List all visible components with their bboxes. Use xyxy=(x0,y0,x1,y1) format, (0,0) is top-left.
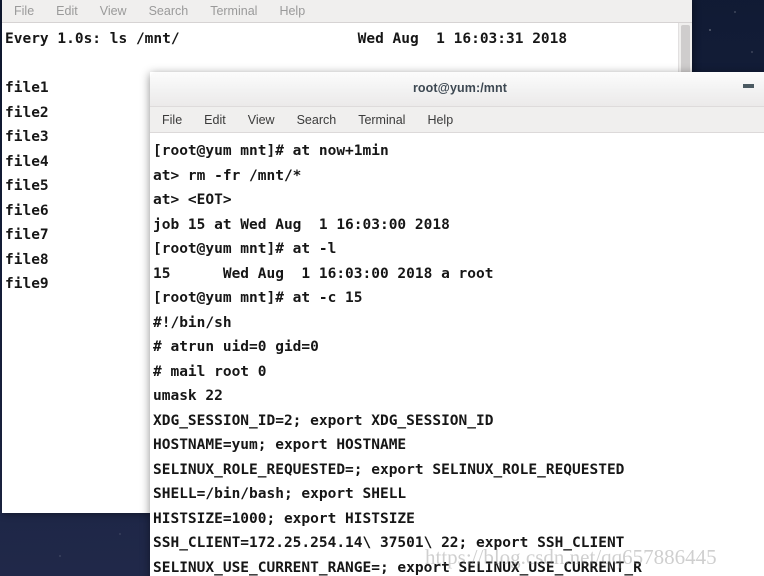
watch-menubar[interactable]: File Edit View Search Terminal Help xyxy=(2,0,692,23)
terminal-line: [root@yum mnt]# at -c 15 xyxy=(153,290,363,306)
terminal-line: SELINUX_USE_CURRENT_RANGE=; export SELIN… xyxy=(153,559,642,576)
root-menu-search[interactable]: Search xyxy=(297,113,337,127)
root-menu-edit[interactable]: Edit xyxy=(204,113,226,127)
terminal-line: job 15 at Wed Aug 1 16:03:00 2018 xyxy=(153,216,450,233)
terminal-line: SSH_CLIENT=172.25.254.14\ 37501\ 22; exp… xyxy=(153,535,625,551)
root-menubar[interactable]: File Edit View Search Terminal Help xyxy=(150,107,764,133)
watch-header-spacer xyxy=(180,27,358,52)
watch-status-header: Every 1.0s: ls /mnt/ Wed Aug 1 16:03:31 … xyxy=(5,27,692,52)
terminal-line: 15 Wed Aug 1 16:03:00 2018 a root xyxy=(153,265,494,282)
terminal-line: umask 22 xyxy=(153,388,223,404)
terminal-line: SELINUX_ROLE_REQUESTED=; export SELINUX_… xyxy=(153,461,625,478)
terminal-line: [root@yum mnt]# at -l xyxy=(153,241,337,257)
terminal-line: HISTSIZE=1000; export HISTSIZE xyxy=(153,510,415,527)
terminal-line: #!/bin/sh xyxy=(153,314,232,331)
watch-menu-terminal[interactable]: Terminal xyxy=(210,4,257,18)
terminal-line: HOSTNAME=yum; export HOSTNAME xyxy=(153,437,407,453)
terminal-line: # atrun uid=0 gid=0 xyxy=(153,339,319,355)
watch-timestamp: Wed Aug 1 16:03:31 2018 xyxy=(357,31,568,47)
watch-menu-search[interactable]: Search xyxy=(149,4,189,18)
watch-menu-file[interactable]: File xyxy=(14,4,34,18)
terminal-line: SHELL=/bin/bash; export SHELL xyxy=(153,486,407,502)
root-menu-file[interactable]: File xyxy=(162,113,182,127)
terminal-line: # mail root 0 xyxy=(153,363,267,380)
root-terminal-titlebar[interactable]: root@yum:/mnt xyxy=(150,72,764,107)
root-terminal-window[interactable]: root@yum:/mnt File Edit View Search Term… xyxy=(150,72,764,576)
root-menu-help[interactable]: Help xyxy=(427,113,453,127)
root-menu-terminal[interactable]: Terminal xyxy=(358,113,405,127)
root-menu-view[interactable]: View xyxy=(248,113,275,127)
terminal-line: at> <EOT> xyxy=(153,192,232,208)
window-title: root@yum:/mnt xyxy=(412,81,508,95)
watch-command-text: Every 1.0s: ls /mnt/ xyxy=(5,31,180,47)
watch-menu-edit[interactable]: Edit xyxy=(56,4,78,18)
terminal-line: [root@yum mnt]# at now+1min xyxy=(153,143,389,159)
root-terminal-output[interactable]: [root@yum mnt]# at now+1min at> rm -fr /… xyxy=(150,133,764,576)
screen: File Edit View Search Terminal Help Ever… xyxy=(0,0,764,576)
terminal-line: at> rm -fr /mnt/* xyxy=(153,167,302,184)
minimize-icon[interactable] xyxy=(743,84,754,88)
watch-menu-help[interactable]: Help xyxy=(279,4,305,18)
watch-menu-view[interactable]: View xyxy=(100,4,127,18)
terminal-line: XDG_SESSION_ID=2; export XDG_SESSION_ID xyxy=(153,412,494,429)
